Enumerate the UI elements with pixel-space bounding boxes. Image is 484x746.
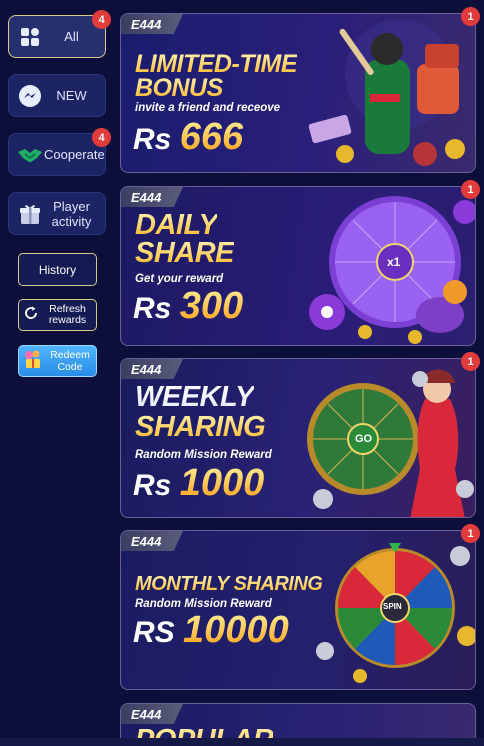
refresh-icon [23, 305, 39, 326]
category-new[interactable]: NEW [8, 74, 106, 117]
cricket-promo-art [305, 14, 475, 172]
history-button[interactable]: History [18, 253, 97, 286]
card-badge: 1 [461, 352, 480, 371]
category-label: NEW [56, 88, 87, 103]
amount-value: 300 [179, 285, 244, 327]
go-label: GO [355, 433, 373, 445]
category-label: Cooperate [44, 147, 105, 162]
category-all[interactable]: All 4 [8, 10, 111, 58]
promo-title-line1: MONTHLY SHARING [135, 573, 323, 595]
amount-value: 1000 [179, 462, 265, 504]
multiplier-label: x1 [387, 255, 401, 269]
promo-amount: Rs 1000 [133, 462, 264, 505]
messenger-icon [16, 82, 44, 110]
brand-tag: E444 [121, 359, 183, 379]
promo-title-line1: WEEKLY [135, 381, 254, 413]
promo-subtitle: invite a friend and receove [135, 102, 281, 114]
promo-amount: Rs 300 [133, 285, 243, 328]
gift-icon [16, 200, 44, 228]
refresh-rewards-button[interactable]: Refresh rewards [18, 299, 97, 331]
category-label: All [64, 29, 79, 44]
brand-tag: E444 [121, 704, 183, 724]
promo-card-limited-time-bonus[interactable]: E444 LIMITED-TIME BONUS invite a friend … [120, 13, 476, 173]
currency-label: Rs [133, 123, 172, 156]
card-badge: 1 [461, 7, 480, 26]
promo-subtitle: Random Mission Reward [135, 449, 272, 461]
flower-gift-icon [22, 348, 44, 375]
promo-card-daily-share[interactable]: x1 E444 DAILY SHARE Get your reward Rs 3… [120, 186, 476, 346]
redeem-code-button[interactable]: Redeem Code [18, 345, 97, 377]
promo-title-line2: SHARE [135, 237, 235, 269]
promo-card-weekly-sharing[interactable]: GO E444 WEEKLY SHARING Random Mission Re… [120, 358, 476, 518]
promo-title-line2: SHARING [135, 411, 266, 443]
count-badge: 4 [92, 128, 111, 147]
brand-tag: E444 [121, 14, 183, 34]
brand-tag: E444 [121, 187, 183, 207]
currency-label: Rs [133, 292, 172, 325]
category-player-activity[interactable]: Player activity [8, 192, 106, 235]
refresh-label: Refresh rewards [48, 303, 87, 326]
category-cooperate[interactable]: Cooperate 4 [8, 128, 111, 176]
category-label: Player activity [51, 198, 92, 229]
handshake-icon [16, 141, 44, 169]
amount-value: 10000 [183, 609, 289, 651]
promo-amount: Rs 666 [133, 116, 243, 159]
card-badge: 1 [461, 180, 480, 199]
currency-label: RS [133, 616, 175, 649]
grid-icon [16, 23, 44, 51]
brand-tag: E444 [121, 531, 183, 551]
bottom-nav-edge [0, 738, 484, 746]
sidebar: All 4 NEW Cooperate 4 Player activity Hi… [0, 0, 114, 746]
promo-card-monthly-sharing[interactable]: SPIN E444 MONTHLY SHARING Random Mission… [120, 530, 476, 690]
amount-value: 666 [179, 116, 244, 158]
spin-label: SPIN [383, 602, 402, 611]
promo-subtitle: Get your reward [135, 273, 224, 285]
spin-wheel-art: SPIN [305, 531, 475, 689]
wheel-and-pilot-art: GO [305, 359, 475, 517]
redeem-label: Redeem Code [50, 349, 90, 373]
card-badge: 1 [461, 524, 480, 543]
promo-amount: RS 10000 [133, 609, 289, 652]
count-badge: 4 [92, 10, 111, 29]
currency-label: Rs [133, 469, 172, 502]
promo-title-line2: BONUS [135, 74, 223, 102]
prize-wheel-art: x1 [305, 187, 475, 345]
